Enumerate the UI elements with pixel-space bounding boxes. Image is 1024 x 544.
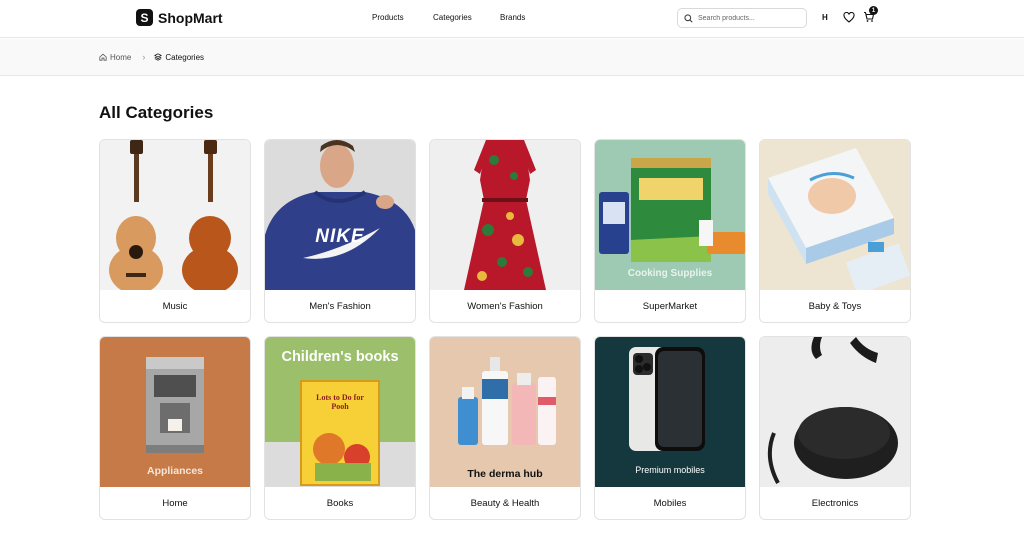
brand-logo[interactable]: S ShopMart [136, 9, 223, 26]
category-image-mens-fashion: NIKE [265, 140, 415, 290]
layers-icon [154, 53, 163, 61]
category-label: Electronics [811, 497, 859, 509]
category-label: Men's Fashion [309, 300, 371, 312]
category-label: SuperMarket [642, 300, 698, 312]
category-card-womens-fashion[interactable]: Women's Fashion [429, 139, 581, 323]
category-overlay-text: Premium mobiles [635, 465, 705, 475]
category-image-beauty-health: The derma hub [430, 337, 580, 487]
category-card-mobiles[interactable]: Premium mobiles Mobiles [594, 336, 746, 520]
breadcrumb-current: Categories [154, 53, 204, 62]
category-label: Women's Fashion [467, 300, 543, 312]
nav-categories[interactable]: Categories [433, 13, 472, 22]
category-overlay-text: Cooking Supplies [627, 268, 713, 279]
search-box[interactable] [677, 8, 807, 28]
top-header: S ShopMart Products Categories Brands H … [0, 0, 1024, 38]
category-image-mobiles: Premium mobiles [595, 337, 745, 487]
page-title: All Categories [99, 103, 214, 122]
search-input[interactable] [698, 14, 798, 22]
category-image-home: Appliances [100, 337, 250, 487]
category-image-supermarket: Cooking Supplies [595, 140, 745, 290]
heart-icon[interactable] [843, 12, 855, 23]
category-card-baby-toys[interactable]: Baby & Toys [759, 139, 911, 323]
chevron-right-icon: › [142, 52, 146, 62]
category-card-mens-fashion[interactable]: NIKE Men's Fashion [264, 139, 416, 323]
breadcrumb-home-label: Home [110, 52, 132, 62]
category-overlay-text: The derma hub [467, 468, 543, 480]
category-label: Home [162, 497, 188, 509]
nav-products[interactable]: Products [372, 13, 404, 22]
breadcrumb: Home › Categories [99, 52, 204, 62]
category-image-music [100, 140, 250, 290]
category-image-baby-toys [760, 140, 910, 290]
category-label: Mobiles [653, 497, 687, 509]
category-overlay-text: NIKE [315, 226, 365, 247]
category-label: Books [326, 497, 354, 509]
category-card-music[interactable]: Music [99, 139, 251, 323]
category-card-home[interactable]: Appliances Home [99, 336, 251, 520]
category-label: Music [162, 300, 188, 312]
category-card-supermarket[interactable]: Cooking Supplies SuperMarket [594, 139, 746, 323]
category-image-electronics [760, 337, 910, 487]
book-cover-title: Lots to Do for Pooh [316, 393, 364, 411]
category-overlay-text: Children's books [281, 349, 399, 365]
category-label: Baby & Toys [808, 300, 862, 312]
user-avatar[interactable]: H [822, 13, 828, 22]
category-overlay-text: Appliances [146, 465, 204, 477]
breadcrumb-bar: Home › Categories [0, 39, 1024, 76]
category-card-books[interactable]: Children's books Lots to Do for Pooh Boo… [264, 336, 416, 520]
category-image-womens-fashion [430, 140, 580, 290]
category-image-books: Children's books Lots to Do for Pooh [265, 337, 415, 487]
search-icon [684, 13, 693, 23]
home-icon [99, 53, 107, 61]
breadcrumb-home[interactable]: Home [99, 53, 131, 62]
nav-brands[interactable]: Brands [500, 13, 525, 22]
brand-name: ShopMart [158, 9, 223, 26]
breadcrumb-current-label: Categories [165, 52, 205, 62]
cart-count-badge: 1 [869, 6, 878, 15]
brand-logo-mark: S [136, 9, 153, 26]
category-card-electronics[interactable]: Electronics [759, 336, 911, 520]
category-label: Beauty & Health [470, 497, 540, 509]
category-card-beauty-health[interactable]: The derma hub Beauty & Health [429, 336, 581, 520]
